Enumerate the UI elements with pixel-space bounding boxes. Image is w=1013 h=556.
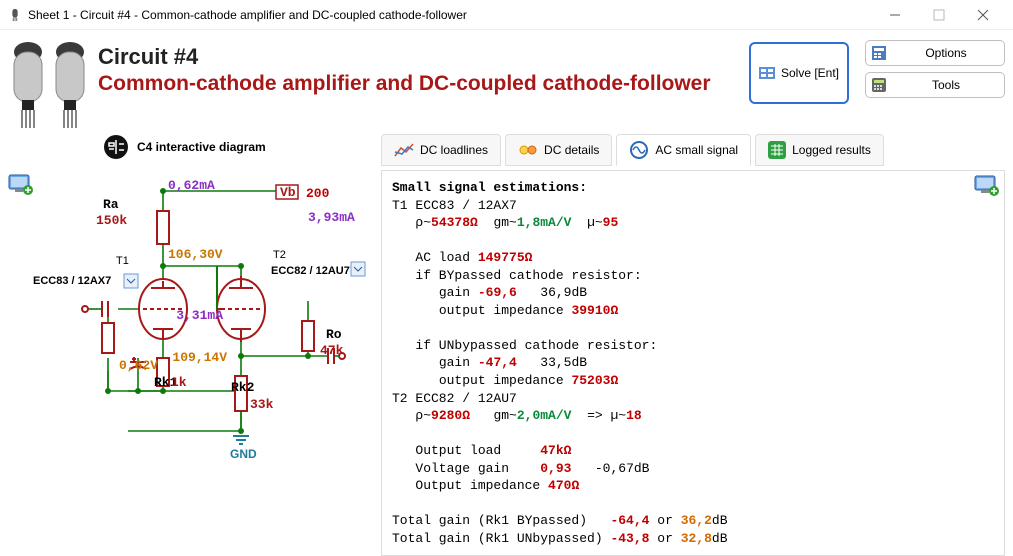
tot-unbyp: -43,8: [610, 531, 649, 546]
app-icon: [8, 8, 22, 22]
tools-label: Tools: [894, 78, 998, 92]
T2-label: T2: [273, 249, 286, 261]
titlebar: Sheet 1 - Circuit #4 - Common-cathode am…: [0, 0, 1013, 30]
v-plate: 106,30V: [168, 247, 223, 262]
tab-dc-details[interactable]: DC details: [505, 134, 612, 166]
tab-label: AC small signal: [655, 143, 738, 157]
Ra-value: 150k: [96, 213, 127, 228]
tot-byp-db: 36,2: [681, 513, 712, 528]
out-header: Small signal estimations:: [392, 180, 587, 195]
t2-mu: 18: [626, 408, 642, 423]
unbyp-zout: 75203Ω: [571, 373, 618, 388]
results-panel: DC loadlines DC details AC small signal …: [381, 134, 1005, 556]
tube-icon: [50, 40, 90, 130]
window-title: Sheet 1 - Circuit #4 - Common-cathode am…: [28, 8, 873, 22]
tab-ac-small-signal[interactable]: AC small signal: [616, 134, 751, 166]
diagram-icon: [103, 134, 129, 160]
i-T2: 3,31mA: [176, 308, 223, 323]
unbyp-gain: -47,4: [478, 355, 517, 370]
tools-icon: [872, 78, 886, 92]
byp-db: 36,9dB: [540, 285, 587, 300]
i-total: 3,93mA: [308, 210, 355, 225]
tube-images: [8, 36, 90, 130]
tools-button[interactable]: Tools: [865, 72, 1005, 98]
out-zout: 470Ω: [548, 478, 579, 493]
tab-label: Logged results: [792, 143, 871, 157]
tab-logged-results[interactable]: Logged results: [755, 134, 884, 166]
tab-label: DC details: [544, 143, 599, 157]
close-button[interactable]: [961, 1, 1005, 29]
vgain-db: -0,67dB: [595, 461, 650, 476]
t1-line: T1 ECC83 / 12AX7: [392, 197, 994, 215]
tube-icon: [8, 40, 48, 130]
tot-unbyp-db: 32,8: [681, 531, 712, 546]
i-Ra: 0,62mA: [168, 178, 215, 193]
vgain: 0,93: [540, 461, 571, 476]
loadlines-icon: [394, 142, 414, 158]
t2-rho: 9280Ω: [431, 408, 470, 423]
Ra-label: Ra: [103, 197, 119, 212]
byp-gain: -69,6: [478, 285, 517, 300]
GND-label: GND: [230, 447, 257, 461]
diagram-title: C4 interactive diagram: [137, 140, 266, 154]
Ro-value: 47k: [320, 343, 344, 358]
tab-label: DC loadlines: [420, 143, 488, 157]
options-button[interactable]: Options: [865, 40, 1005, 66]
v-cath1: 0,62V: [119, 358, 158, 373]
unbyp-db: 33,5dB: [540, 355, 587, 370]
t1-gm: 1,8mA/V: [517, 215, 572, 230]
byp-zout: 39910Ω: [571, 303, 618, 318]
tab-bar: DC loadlines DC details AC small signal …: [381, 134, 1005, 166]
tot-byp: -64,4: [610, 513, 649, 528]
solve-label: Solve [Ent]: [781, 66, 839, 80]
circuit-name: Common-cathode amplifier and DC-coupled …: [98, 72, 741, 96]
t2-line: T2 ECC82 / 12AU7: [392, 390, 994, 408]
options-label: Options: [894, 46, 998, 60]
output-area: Small signal estimations: T1 ECC83 / 12A…: [381, 170, 1005, 556]
ac-load: 149775Ω: [478, 250, 533, 265]
t1-mu: 95: [603, 215, 619, 230]
t2-gm: 2,0mA/V: [517, 408, 572, 423]
outload: 47kΩ: [540, 443, 571, 458]
solve-icon: [759, 67, 775, 79]
t1-rho: 54378Ω: [431, 215, 478, 230]
tab-dc-loadlines[interactable]: DC loadlines: [381, 134, 501, 166]
monitor-add-icon[interactable]: [8, 174, 34, 196]
T1-tube: ECC83 / 12AX7: [33, 275, 111, 287]
Vb-label: Vb: [280, 185, 296, 200]
Rk2-label: Rk2: [231, 380, 255, 395]
logged-icon: [768, 141, 786, 159]
header: Circuit #4 Common-cathode amplifier and …: [0, 30, 1013, 134]
dc-details-icon: [518, 142, 538, 158]
diagram-panel: C4 interactive diagram: [8, 134, 373, 556]
T1-label: T1: [116, 255, 129, 267]
circuit-number: Circuit #4: [98, 44, 741, 70]
Vb-value: 200: [306, 186, 330, 201]
solve-button[interactable]: Solve [Ent]: [749, 42, 849, 104]
circuit-schematic[interactable]: Ra 150k 0,62mA Vb 200 3,93mA 106,30V T1 …: [8, 166, 368, 486]
Rk1-value: 1k: [171, 375, 187, 390]
v-cath2: 109,14V: [172, 350, 227, 365]
Ro-label: Ro: [326, 327, 342, 342]
T2-tube: ECC82 / 12AU7: [271, 265, 350, 277]
minimize-button[interactable]: [873, 1, 917, 29]
ac-icon: [629, 140, 649, 160]
Rk2-value: 33k: [250, 397, 274, 412]
maximize-button[interactable]: [917, 1, 961, 29]
monitor-add-icon[interactable]: [974, 175, 1000, 197]
options-icon: [872, 46, 886, 60]
